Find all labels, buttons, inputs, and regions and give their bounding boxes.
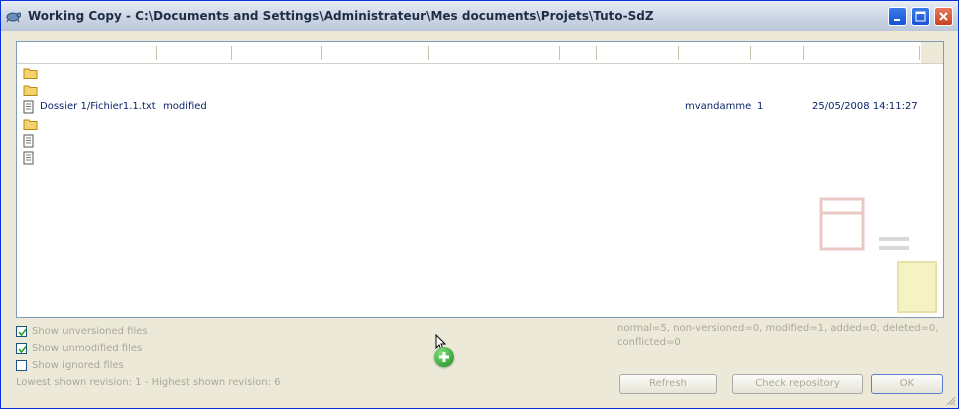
show-ignored-label: Show ignored files — [32, 360, 124, 371]
close-icon — [939, 12, 948, 21]
title-bar[interactable]: Working Copy - C:\Documents and Settings… — [1, 1, 958, 31]
revision-info: Lowest shown revision: 1 - Highest shown… — [16, 377, 281, 388]
column-path[interactable] — [17, 46, 157, 60]
resize-grip-icon[interactable] — [944, 394, 956, 406]
file-list[interactable]: Dossier 1/Fichier1.1.txt modified mvanda… — [16, 41, 944, 318]
minimize-button[interactable] — [888, 7, 907, 26]
file-date: 25/05/2008 14:11:27 — [812, 101, 918, 112]
folder-icon — [23, 119, 38, 130]
column-status[interactable] — [231, 46, 322, 60]
maximize-button[interactable] — [911, 7, 930, 26]
show-unversioned-label: Show unversioned files — [32, 326, 148, 337]
column-remote-status[interactable] — [321, 46, 429, 60]
folder-icon — [23, 68, 38, 79]
list-item[interactable] — [17, 116, 943, 132]
list-item[interactable]: Dossier 1/Fichier1.1.txt modified mvanda… — [17, 99, 943, 115]
column-author[interactable] — [678, 46, 751, 60]
text-file-icon — [23, 151, 34, 165]
text-file-icon — [23, 134, 34, 148]
column-date[interactable] — [803, 46, 920, 60]
show-unversioned-checkbox[interactable] — [16, 326, 27, 337]
file-revision: 1 — [757, 101, 764, 112]
checkmark-icon — [18, 345, 27, 354]
header-scroll-stub — [921, 42, 943, 63]
working-copy-window: Working Copy - C:\Documents and Settings… — [0, 0, 959, 409]
column-lock[interactable] — [596, 46, 679, 60]
column-extension[interactable] — [156, 46, 232, 60]
list-item[interactable] — [17, 150, 943, 166]
check-repository-button[interactable]: Check repository — [732, 374, 863, 394]
list-item[interactable] — [17, 133, 943, 149]
minimize-icon — [894, 19, 900, 21]
status-summary: normal=5, non-versioned=0, modified=1, a… — [617, 323, 939, 348]
close-button[interactable] — [934, 7, 953, 26]
column-text-status[interactable] — [428, 46, 560, 60]
file-path: Dossier 1/Fichier1.1.txt — [40, 101, 156, 112]
folder-icon — [23, 85, 38, 96]
list-item[interactable] — [17, 65, 943, 81]
column-revision[interactable] — [750, 46, 804, 60]
file-status: modified — [163, 101, 207, 112]
text-file-icon — [23, 100, 34, 114]
column-property-status[interactable] — [559, 46, 597, 60]
checkmark-icon — [18, 328, 27, 337]
ok-button[interactable]: OK — [871, 374, 943, 394]
refresh-button[interactable]: Refresh — [619, 374, 717, 394]
compare-watermark-icon — [819, 197, 937, 313]
add-plus-icon — [434, 347, 454, 367]
list-header — [17, 42, 943, 64]
window-title: Working Copy - C:\Documents and Settings… — [28, 9, 654, 23]
file-author: mvandamme — [685, 101, 752, 112]
tortoise-app-icon — [6, 12, 21, 23]
list-item[interactable] — [17, 82, 943, 98]
show-ignored-checkbox[interactable] — [16, 360, 27, 371]
maximize-icon — [915, 11, 926, 22]
show-unmodified-label: Show unmodified files — [32, 343, 143, 354]
show-unmodified-checkbox[interactable] — [16, 343, 27, 354]
